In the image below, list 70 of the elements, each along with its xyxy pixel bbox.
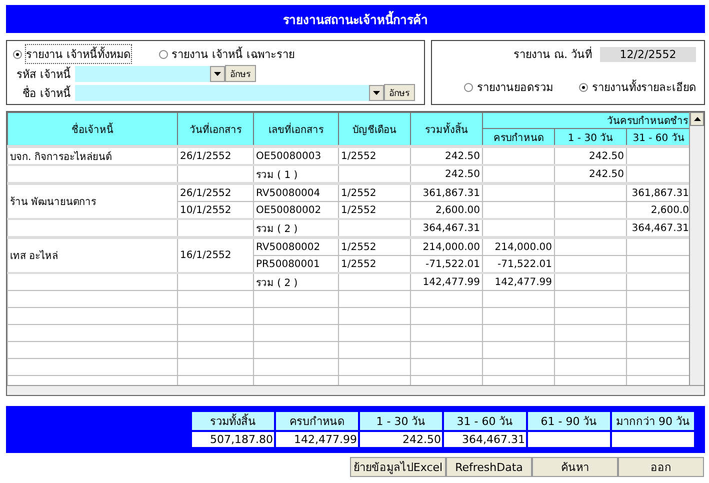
- radio-button[interactable]: [579, 82, 588, 92]
- letter-button[interactable]: อักษร: [225, 65, 256, 82]
- scroll-up-icon[interactable]: [690, 112, 704, 126]
- column-header[interactable]: วันที่เอกสาร: [178, 112, 254, 146]
- table-cell: RV50080004: [254, 184, 338, 202]
- table-cell: 242.50: [410, 146, 482, 165]
- radio-button[interactable]: [464, 82, 473, 92]
- vertical-scrollbar[interactable]: [689, 112, 704, 386]
- table-cell: รวม ( 2 ): [254, 219, 338, 238]
- action-button[interactable]: ออก: [618, 457, 704, 477]
- radio-button[interactable]: [13, 50, 22, 58]
- horizontal-scrollbar[interactable]: [7, 385, 704, 395]
- table-cell: รวม ( 2 ): [254, 273, 338, 290]
- letter-button[interactable]: อักษร: [384, 84, 415, 101]
- summary-value: 507,187.80: [192, 432, 274, 447]
- input-field[interactable]: [75, 84, 369, 100]
- radio-label[interactable]: รายงานทั้งรายละเอียด: [592, 78, 696, 96]
- window-title: รายงานสถานะเจ้าหนี้การค้า: [283, 10, 428, 28]
- table-cell: OE50080002: [254, 202, 338, 219]
- field-label: ชื่อ เจ้าหนี้: [22, 84, 71, 102]
- action-button[interactable]: RefreshData: [446, 457, 532, 477]
- table-cell: 1/2552: [338, 146, 410, 165]
- summary-header: 31 - 60 วัน: [444, 412, 526, 430]
- dropdown-button[interactable]: [369, 84, 384, 100]
- table-cell: 1/2552: [338, 238, 410, 256]
- summary-header: ครบกำหนด: [276, 412, 358, 430]
- column-header[interactable]: บัญชีเดือน: [338, 112, 410, 146]
- table-cell: 142,477.99: [410, 273, 482, 290]
- table-cell: 214,000.00: [482, 238, 554, 256]
- report-date-label: รายงาน ณ. วันที่: [514, 46, 592, 63]
- column-header[interactable]: ชื่อเจ้าหนี้: [8, 112, 178, 146]
- summary-header: รวมทั้งสิ้น: [192, 412, 274, 430]
- table-cell: 142,477.99: [482, 273, 554, 290]
- table-cell: เทส อะไหล่: [8, 238, 178, 273]
- table-cell: บจก. กิจการอะไหล่ยนต์: [8, 146, 178, 165]
- report-date-field[interactable]: 12/2/2552: [600, 46, 696, 62]
- table-cell: 361,867.31: [410, 184, 482, 202]
- caret-icon: [373, 90, 380, 94]
- table-cell: 242.50: [554, 165, 626, 184]
- summary-value: 364,467.31: [444, 432, 526, 447]
- table-cell: รวม ( 1 ): [254, 165, 338, 184]
- table-cell: 364,467.31: [410, 219, 482, 238]
- summary-value: 142,477.99: [276, 432, 358, 447]
- table-cell: 16/1/2552: [178, 238, 254, 273]
- field-label: รหัส เจ้าหนี้: [16, 66, 71, 82]
- table-cell: 214,000.00: [410, 238, 482, 256]
- radio-label[interactable]: รายงาน เจ้าหนี้ทั้งหมด: [26, 45, 130, 63]
- table-cell: 26/1/2552: [178, 146, 254, 165]
- input-field[interactable]: [75, 66, 210, 82]
- radio-label[interactable]: รายงานยอดรวม: [477, 78, 553, 96]
- summary-header: 1 - 30 วัน: [360, 412, 442, 430]
- column-header[interactable]: รวมทั้งสิ้น: [410, 112, 482, 146]
- table-cell: ร้าน พัฒนายนตการ: [8, 184, 178, 219]
- caret-icon: [214, 72, 221, 76]
- table-cell: RV50080002: [254, 238, 338, 256]
- table-cell: 26/1/2552: [178, 184, 254, 202]
- radio-label[interactable]: รายงาน เจ้าหนี้ เฉพาะราย: [172, 45, 294, 63]
- table-cell: 242.50: [554, 146, 626, 165]
- summary-header: 61 - 90 วัน: [528, 412, 610, 430]
- action-button[interactable]: ค้นหา: [532, 457, 618, 477]
- dropdown-button[interactable]: [210, 66, 225, 82]
- summary-value: 242.50: [360, 432, 442, 447]
- action-button[interactable]: ย้ายข้อมูลไปExcel: [350, 457, 446, 477]
- summary-header: มากกว่า 90 วัน: [612, 412, 694, 430]
- table-cell: 1/2552: [338, 184, 410, 202]
- table-cell: OE50080003: [254, 146, 338, 165]
- table-cell: 242.50: [410, 165, 482, 184]
- column-group-header: วันครบกำหนดชำร: [482, 112, 691, 128]
- column-header[interactable]: เลขที่เอกสาร: [254, 112, 338, 146]
- radio-button[interactable]: [158, 50, 168, 58]
